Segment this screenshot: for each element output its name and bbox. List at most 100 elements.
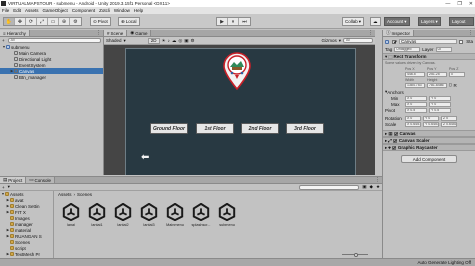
rotation-z-field[interactable]: Z 0	[441, 115, 457, 121]
layout-dropdown[interactable]: Layout	[449, 17, 474, 26]
menu-zotcli[interactable]: Zotcli	[99, 8, 110, 13]
collab-dropdown[interactable]: Collab ▾	[342, 17, 365, 26]
scene-viewport[interactable]: Ground Floor 1st Floor 2nd Floor 3rd Flo…	[104, 45, 374, 175]
object-name-field[interactable]: Canvas	[399, 39, 458, 44]
account-dropdown[interactable]: Account ▾	[384, 17, 410, 26]
cloud-button[interactable]: ☁	[370, 17, 381, 26]
active-checkbox[interactable]	[392, 39, 396, 44]
scene-camera-icon[interactable]: ▣	[184, 38, 188, 44]
scale-z-field[interactable]: Z 0.6451	[441, 121, 457, 127]
min-x-field[interactable]: X 0	[405, 95, 427, 101]
menu-help[interactable]: Help	[134, 8, 143, 13]
step-button[interactable]: ⏭	[239, 18, 250, 25]
scene-asset-item[interactable]: lantai2	[112, 203, 134, 227]
menu-window[interactable]: Window	[114, 8, 130, 13]
effects-icon[interactable]: ☁	[172, 38, 177, 44]
blueprint-icon[interactable]: ▯	[449, 82, 451, 88]
filter-type-icon[interactable]: ▣	[362, 184, 366, 190]
menu-component[interactable]: Component	[72, 8, 95, 13]
2d-toggle[interactable]: 2D	[147, 37, 160, 44]
scene-asset-item[interactable]: lantai1	[86, 203, 108, 227]
rotation-y-field[interactable]: Y 0	[423, 115, 439, 121]
tab-project[interactable]: ▤ Project	[0, 177, 27, 183]
tab-inspector[interactable]: ⓘ Inspector	[383, 30, 415, 36]
transform-tool-icon[interactable]: ⊕	[59, 18, 70, 25]
third-floor-button[interactable]: 3rd Floor	[286, 123, 324, 134]
scene-asset-item[interactable]: Mainmenu	[164, 203, 186, 227]
rotation-x-field[interactable]: X 0	[405, 115, 421, 121]
breadcrumb-scenes[interactable]: Scenes	[77, 192, 92, 197]
scale-y-field[interactable]: Y 0.6451	[423, 121, 439, 127]
menu-gameobject[interactable]: GameObject	[43, 8, 68, 13]
max-x-field[interactable]: X 0	[405, 101, 427, 107]
pivot-toggle[interactable]: ⊙ Pivot	[90, 17, 111, 26]
menu-edit[interactable]: Edit	[13, 8, 21, 13]
hidden-objects-icon[interactable]: ◎	[178, 38, 182, 44]
raw-edit-icon[interactable]: R	[453, 83, 456, 88]
height-field[interactable]: 781.8486	[427, 82, 447, 88]
canvas-scaler-header[interactable]: ▸ ⤢ Canvas Scaler	[383, 137, 475, 144]
back-arrow-icon[interactable]: ⬅	[141, 153, 149, 163]
max-y-field[interactable]: Y 0	[429, 101, 451, 107]
scene-asset-item[interactable]: submenu	[216, 203, 238, 227]
rotate-tool-icon[interactable]: ⟳	[26, 18, 37, 25]
add-component-button[interactable]: Add Component	[401, 155, 457, 163]
breadcrumb-assets[interactable]: Assets	[58, 192, 72, 197]
move-tool-icon[interactable]: ✥	[15, 18, 26, 25]
scale-x-field[interactable]: X 0.6451	[405, 121, 421, 127]
favorite-icon[interactable]: ★	[376, 184, 380, 190]
hierarchy-item[interactable]: Btn_manager	[0, 74, 103, 80]
layer-dropdown[interactable]: UI	[435, 47, 452, 52]
layers-dropdown[interactable]: Layers ▾	[418, 17, 441, 26]
width-field[interactable]: 1384.753	[405, 82, 425, 88]
project-search-input[interactable]	[299, 184, 360, 190]
panel-menu-icon[interactable]: ⋮	[468, 30, 473, 36]
create-button[interactable]: +	[2, 38, 5, 43]
hand-tool-icon[interactable]: ✋	[4, 18, 15, 25]
local-toggle[interactable]: ⊕ Local	[118, 17, 140, 26]
tab-scene[interactable]: # Scene	[104, 30, 128, 36]
canvas-component-checkbox[interactable]	[393, 131, 398, 136]
tab-hierarchy[interactable]: ≡ Hierarchy	[0, 30, 30, 36]
hierarchy-search-input[interactable]: All	[7, 38, 101, 43]
scene-asset-item[interactable]: splashscr...	[190, 203, 212, 227]
panel-menu-icon[interactable]: ⋮	[375, 177, 380, 183]
tab-console[interactable]: ▭ Console	[26, 177, 56, 183]
shading-mode-dropdown[interactable]: Shaded	[106, 38, 122, 43]
scene-search-input[interactable]: All	[343, 38, 373, 43]
pause-button[interactable]: ⏸	[228, 18, 239, 25]
play-button[interactable]: ▶	[217, 18, 228, 25]
pos-y-field[interactable]: 251.25	[427, 71, 447, 77]
project-folder-item[interactable]: ▶ TextMesh Pr	[0, 251, 53, 257]
project-create-button[interactable]: +	[2, 185, 5, 190]
first-floor-button[interactable]: 1st Floor	[196, 123, 234, 134]
static-checkbox[interactable]	[459, 39, 464, 44]
filter-label-icon[interactable]: ◆	[369, 184, 372, 190]
panel-menu-icon[interactable]: ⋮	[368, 30, 373, 36]
audio-icon[interactable]: ♪	[168, 38, 170, 43]
graphic-raycaster-header[interactable]: ▸ ⌖ Graphic Raycaster	[383, 144, 475, 151]
pivot-x-field[interactable]: X 0.5	[405, 107, 427, 113]
gizmo-tool-icon[interactable]: ⚙	[191, 38, 195, 44]
tab-game[interactable]: ◉ Game	[127, 30, 152, 36]
scene-asset-item[interactable]: lantai3	[138, 203, 160, 227]
pivot-y-field[interactable]: Y 0.5	[429, 107, 451, 113]
rect-transform-header[interactable]: ▾ ⬚ Rect Transform	[383, 53, 475, 60]
canvas-component-header[interactable]: ▸ ▦ Canvas	[383, 130, 475, 137]
menu-file[interactable]: File	[2, 8, 9, 13]
zoom-slider-handle[interactable]	[354, 253, 358, 257]
panel-menu-icon[interactable]: ⋮	[96, 30, 101, 36]
scale-tool-icon[interactable]: ⤢	[37, 18, 48, 25]
ground-floor-button[interactable]: Ground Floor	[150, 123, 188, 134]
pos-z-field[interactable]: 0	[449, 71, 465, 77]
second-floor-button[interactable]: 2nd Floor	[241, 123, 279, 134]
gizmos-dropdown[interactable]: Gizmos	[321, 38, 336, 43]
menu-assets[interactable]: Assets	[25, 8, 39, 13]
canvas-scaler-checkbox[interactable]	[392, 138, 397, 143]
scene-asset-item[interactable]: lanai	[60, 203, 82, 227]
tag-dropdown[interactable]: Untagged	[394, 47, 421, 52]
custom-tool-icon[interactable]: ⚙	[70, 18, 81, 25]
rect-tool-icon[interactable]: ▭	[48, 18, 59, 25]
graphic-raycaster-checkbox[interactable]	[391, 145, 396, 150]
pos-x-field[interactable]: 446.5	[405, 71, 425, 77]
